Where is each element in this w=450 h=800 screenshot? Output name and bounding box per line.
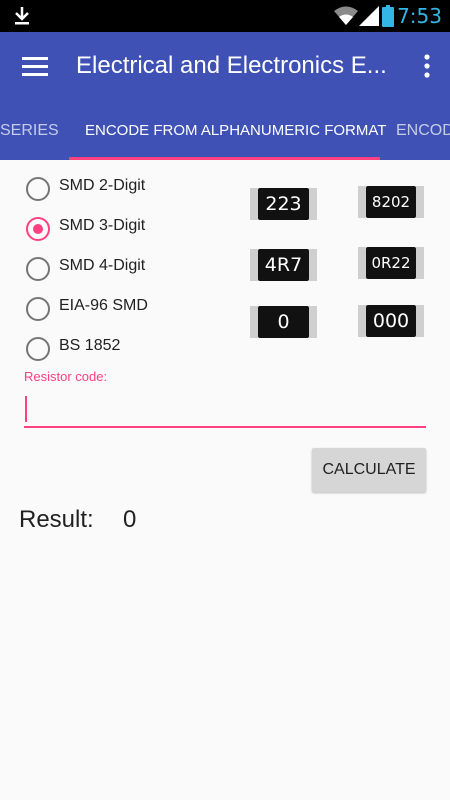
resistor-example-000: 000 [358,305,424,337]
resistor-code-input[interactable] [24,392,426,428]
resistor-example-4r7: 4R7 [250,249,317,281]
option-label: EIA-96 SMD [59,297,148,314]
app-title: Electrical and Electronics E... [76,52,387,79]
tab-encode-next[interactable]: ENCOD [396,102,450,160]
tab-indicator [69,157,380,160]
result-value: 0 [123,506,137,533]
radio-button-checked[interactable] [26,217,50,241]
result-label: Result: [19,506,94,533]
battery-icon [382,5,394,32]
hamburger-menu-icon[interactable] [22,56,48,81]
radio-button[interactable] [26,297,50,321]
tab-series[interactable]: SERIES [0,102,59,160]
app-bar: Electrical and Electronics E... [0,32,450,102]
wifi-icon [334,6,358,31]
tab-encode-alphanumeric[interactable]: ENCODE FROM ALPHANUMERIC FORMAT [85,102,386,160]
download-icon [12,5,32,32]
option-label: SMD 3-Digit [59,217,146,234]
status-time: 7:53 [397,4,442,28]
radio-button[interactable] [26,177,50,201]
tab-bar: SERIES ENCODE FROM ALPHANUMERIC FORMAT E… [0,102,450,160]
resistor-example-0r22: 0R22 [358,247,424,279]
status-bar: 7:53 [0,0,450,32]
option-label: SMD 4-Digit [59,257,146,274]
calculate-button[interactable]: CALCULATE [312,448,426,492]
resistor-example-8202: 8202 [358,186,424,218]
resistor-example-223: 223 [250,188,317,220]
radio-button[interactable] [26,337,50,361]
resistor-code-label: Resistor code: [24,369,108,384]
text-caret [25,396,27,422]
resistor-example-0: 0 [250,306,317,338]
more-vert-icon[interactable] [424,54,430,83]
option-label: SMD 2-Digit [59,177,146,194]
option-label: BS 1852 [59,337,121,354]
radio-button[interactable] [26,257,50,281]
signal-icon [359,6,379,31]
